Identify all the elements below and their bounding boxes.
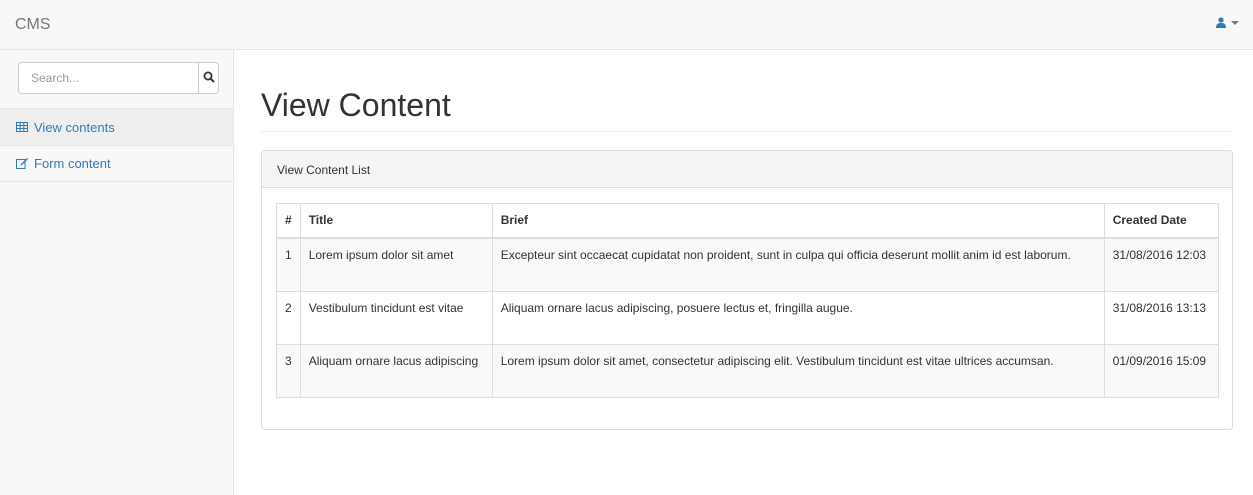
sidebar: View contents Form content bbox=[0, 50, 234, 495]
cell-brief: Aliquam ornare lacus adipiscing, posuere… bbox=[491, 290, 1105, 345]
search-input[interactable] bbox=[18, 62, 198, 94]
title-divider bbox=[261, 131, 1232, 132]
table-row[interactable]: 2 Vestibulum tincidunt est vitae Aliquam… bbox=[276, 290, 1220, 345]
search-button[interactable] bbox=[198, 62, 219, 94]
search-icon bbox=[203, 71, 215, 86]
cell-created-date: 31/08/2016 12:03 bbox=[1103, 237, 1220, 292]
column-header-brief: Brief bbox=[491, 203, 1105, 239]
edit-icon bbox=[16, 157, 29, 170]
cell-number: 3 bbox=[276, 343, 301, 398]
sidebar-search bbox=[0, 50, 233, 108]
brand-link[interactable]: CMS bbox=[15, 16, 51, 34]
sidebar-item-form-content[interactable]: Form content bbox=[0, 145, 233, 182]
sidebar-item-view-contents[interactable]: View contents bbox=[0, 108, 233, 145]
cell-number: 2 bbox=[276, 290, 301, 345]
caret-down-icon bbox=[1231, 20, 1239, 25]
cell-title: Aliquam ornare lacus adipiscing bbox=[299, 343, 493, 398]
content-panel: View Content List # Title Brief Created … bbox=[261, 150, 1233, 430]
column-header-created-date: Created Date bbox=[1103, 203, 1220, 239]
table-row[interactable]: 1 Lorem ipsum dolor sit amet Excepteur s… bbox=[276, 237, 1220, 292]
top-navbar: CMS bbox=[0, 0, 1253, 50]
search-group bbox=[18, 62, 219, 94]
cell-created-date: 01/09/2016 15:09 bbox=[1103, 343, 1220, 398]
column-header-title: Title bbox=[299, 203, 493, 239]
cell-brief: Lorem ipsum dolor sit amet, consectetur … bbox=[491, 343, 1105, 398]
sidebar-item-label: Form content bbox=[34, 156, 111, 171]
cell-number: 1 bbox=[276, 237, 301, 292]
sidebar-item-label: View contents bbox=[34, 119, 115, 135]
cell-brief: Excepteur sint occaecat cupidatat non pr… bbox=[491, 237, 1105, 292]
user-menu-toggle[interactable] bbox=[1216, 17, 1239, 28]
cell-title: Lorem ipsum dolor sit amet bbox=[299, 237, 493, 292]
user-icon bbox=[1216, 17, 1226, 28]
table-row[interactable]: 3 Aliquam ornare lacus adipiscing Lorem … bbox=[276, 343, 1220, 398]
cell-title: Vestibulum tincidunt est vitae bbox=[299, 290, 493, 345]
column-header-number: # bbox=[276, 203, 301, 239]
page-title: View Content bbox=[261, 87, 451, 123]
main-content: View Content View Content List # Title B… bbox=[234, 50, 1253, 495]
content-table: # Title Brief Created Date 1 Lorem ipsum… bbox=[276, 203, 1220, 398]
cell-created-date: 31/08/2016 13:13 bbox=[1103, 290, 1220, 345]
table-header-row: # Title Brief Created Date bbox=[276, 203, 1220, 239]
panel-heading: View Content List bbox=[262, 151, 1232, 188]
table-icon bbox=[16, 121, 29, 134]
